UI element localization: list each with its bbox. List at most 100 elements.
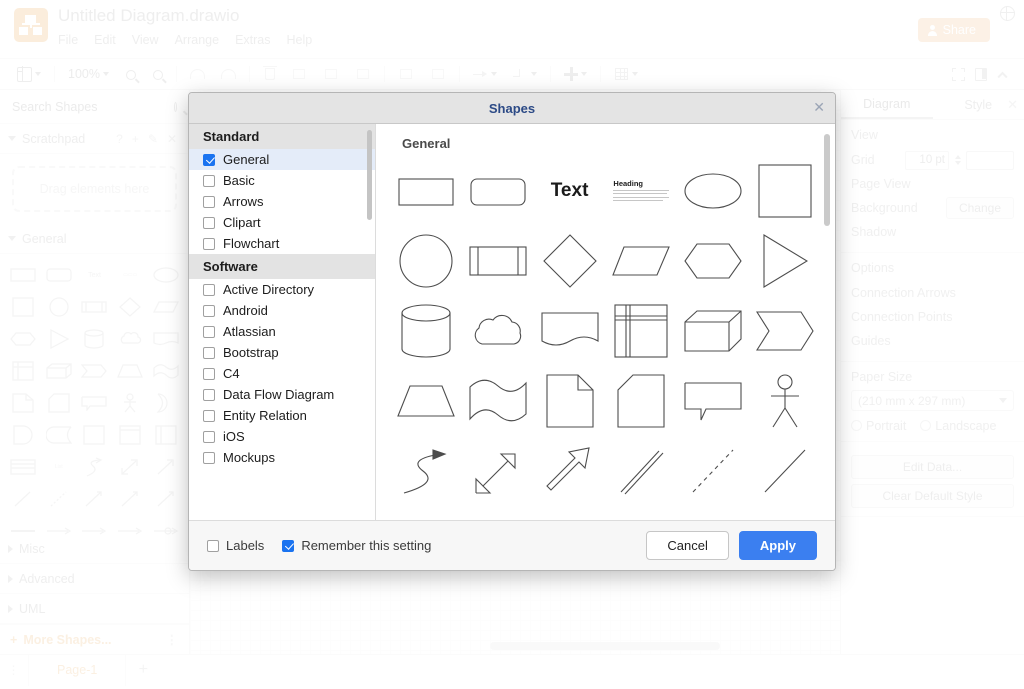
preview-shape-process[interactable] <box>462 227 534 295</box>
scratchpad-dropzone[interactable]: Drag elements here <box>12 166 177 212</box>
insert-button[interactable] <box>557 62 594 86</box>
shape-style-button[interactable] <box>423 62 453 86</box>
format-panel-icon[interactable] <box>975 67 987 81</box>
menu-edit[interactable]: Edit <box>94 33 116 47</box>
checkbox-icon[interactable] <box>203 409 215 422</box>
palette-shape[interactable] <box>6 454 40 480</box>
palette-shape[interactable] <box>6 358 40 384</box>
palette-shape[interactable] <box>6 422 40 448</box>
palette-shape[interactable] <box>42 326 76 352</box>
guides-row[interactable]: Guides <box>851 329 1014 353</box>
preview-shape-internal-storage[interactable] <box>606 297 678 365</box>
waypoints-button[interactable] <box>506 62 544 86</box>
menu-file[interactable]: File <box>58 33 78 47</box>
menu-help[interactable]: Help <box>287 33 313 47</box>
checkbox-icon[interactable] <box>203 388 215 401</box>
tab-diagram[interactable]: Diagram <box>841 90 933 119</box>
checkbox-icon[interactable] <box>203 216 215 229</box>
document-title[interactable]: Untitled Diagram.drawio <box>58 6 312 26</box>
palette-shape[interactable] <box>113 486 147 512</box>
category-item-c4[interactable]: C4 <box>189 363 375 384</box>
checkbox-icon[interactable] <box>207 539 219 552</box>
clear-default-style-button[interactable]: Clear Default Style <box>851 484 1014 508</box>
palette-shape[interactable] <box>42 390 76 416</box>
palette-shape[interactable] <box>149 486 183 512</box>
palette-shape[interactable] <box>42 486 76 512</box>
palette-shape[interactable] <box>149 358 183 384</box>
redo-button[interactable] <box>214 62 243 86</box>
preview-shape-textbox[interactable]: Heading <box>606 157 678 225</box>
category-item-basic[interactable]: Basic <box>189 170 375 191</box>
remember-setting-checkbox-row[interactable]: Remember this setting <box>282 538 431 553</box>
palette-shape[interactable] <box>149 294 183 320</box>
palette-shape[interactable] <box>149 422 183 448</box>
preview-shape-actor[interactable] <box>749 367 821 435</box>
close-icon[interactable]: ✕ <box>813 100 825 114</box>
palette-shape[interactable] <box>78 422 112 448</box>
collapse-icon[interactable] <box>997 69 1008 80</box>
share-button[interactable]: Share <box>917 18 990 42</box>
scratchpad-header[interactable]: Scratchpad ? + ✎ ✕ <box>0 124 189 154</box>
palette-shape[interactable] <box>78 326 112 352</box>
help-icon[interactable]: ? <box>116 132 123 146</box>
palette-shape[interactable]: Text <box>78 262 112 288</box>
preview-shape-parallelogram[interactable] <box>606 227 678 295</box>
preview-shape-cube[interactable] <box>677 297 749 365</box>
more-shapes-button[interactable]: + More Shapes... ⋮ <box>0 624 189 654</box>
palette-shape[interactable] <box>42 358 76 384</box>
close-icon[interactable]: ✕ <box>1007 97 1018 113</box>
close-icon[interactable]: ✕ <box>167 132 177 146</box>
checkbox-icon[interactable] <box>203 367 215 380</box>
edit-data-button[interactable]: Edit Data... <box>851 455 1014 479</box>
palette-shape[interactable] <box>6 390 40 416</box>
shadow-button[interactable] <box>348 62 378 86</box>
palette-shape[interactable] <box>78 358 112 384</box>
palette-shape[interactable] <box>78 486 112 512</box>
preview-shape-card[interactable] <box>606 367 678 435</box>
preview-scrollbar[interactable] <box>824 134 830 226</box>
palette-shape[interactable] <box>6 326 40 352</box>
paper-size-select[interactable]: (210 mm x 297 mm) <box>851 390 1014 411</box>
preview-shape-curved-arrow[interactable] <box>390 437 462 505</box>
preview-shape-arrow[interactable] <box>534 437 606 505</box>
view-panel-toggle[interactable] <box>10 62 48 86</box>
palette-shape[interactable] <box>149 390 183 416</box>
category-item-arrows[interactable]: Arrows <box>189 191 375 212</box>
sidebar-section-uml[interactable]: UML <box>0 594 189 624</box>
category-item-flowchart[interactable]: Flowchart <box>189 233 375 254</box>
palette-shape[interactable] <box>113 390 147 416</box>
preview-shape-cloud[interactable] <box>462 297 534 365</box>
checkbox-icon[interactable] <box>282 539 295 552</box>
preview-shape-circle[interactable] <box>390 227 462 295</box>
search-shapes-input[interactable] <box>12 99 173 114</box>
portrait-radio[interactable]: Portrait <box>851 419 906 433</box>
category-item-data-flow-diagram[interactable]: Data Flow Diagram <box>189 384 375 405</box>
connection-style-button[interactable] <box>466 62 504 86</box>
table-button[interactable] <box>607 62 645 86</box>
menu-view[interactable]: View <box>132 33 159 47</box>
palette-shape[interactable] <box>149 326 183 352</box>
labels-checkbox-row[interactable]: Labels <box>207 538 264 553</box>
connection-points-row[interactable]: Connection Points <box>851 305 1014 329</box>
palette-shape[interactable] <box>6 294 40 320</box>
grid-size-stepper[interactable] <box>953 151 962 170</box>
zoom-dropdown[interactable]: 100% <box>61 62 116 86</box>
palette-shape[interactable] <box>42 422 76 448</box>
background-change-button[interactable]: Change <box>945 197 1014 219</box>
page-tab-page-1[interactable]: Page-1 <box>28 654 127 686</box>
palette-shape[interactable] <box>42 262 76 288</box>
palette-shape[interactable]: List <box>42 454 76 480</box>
category-item-ios[interactable]: iOS <box>189 426 375 447</box>
fill-color-button[interactable] <box>284 62 314 86</box>
checkbox-icon[interactable] <box>203 304 215 317</box>
palette-shape[interactable] <box>42 294 76 320</box>
shadow-row[interactable]: Shadow <box>851 220 1014 244</box>
line-color-button[interactable] <box>316 62 346 86</box>
category-item-android[interactable]: Android <box>189 300 375 321</box>
checkbox-icon[interactable] <box>203 153 215 166</box>
preview-shape-hexagon[interactable] <box>677 227 749 295</box>
preview-shape-rounded-rectangle[interactable] <box>462 157 534 225</box>
palette-shape[interactable] <box>113 422 147 448</box>
globe-icon[interactable] <box>999 5 1015 21</box>
preview-shape-callout[interactable] <box>677 367 749 435</box>
